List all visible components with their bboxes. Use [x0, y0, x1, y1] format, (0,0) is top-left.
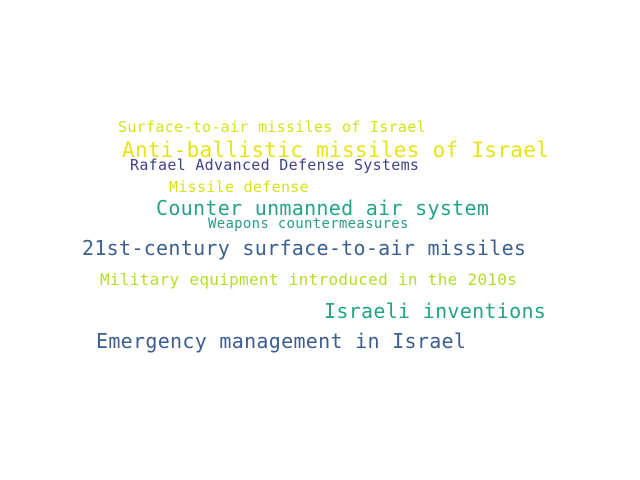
- word-surface-to-air-missiles-of-israel: Surface-to-air missiles of Israel: [118, 118, 426, 136]
- word-israeli-inventions: Israeli inventions: [324, 299, 547, 323]
- word-rafael-advanced-defense-systems: Rafael Advanced Defense Systems: [130, 156, 420, 174]
- word-emergency-management-in-israel: Emergency management in Israel: [96, 329, 467, 353]
- word-counter-unmanned-air-system: Counter unmanned air system: [156, 196, 490, 220]
- word-missile-defense: Missile defense: [169, 178, 309, 196]
- word-weapons-countermeasures: Weapons countermeasures: [208, 216, 409, 232]
- word-21st-century-surface-to-air-missiles: 21st-century surface-to-air missiles: [82, 236, 527, 260]
- word-military-equipment-introduced-2010s: Military equipment introduced in the 201…: [100, 270, 518, 289]
